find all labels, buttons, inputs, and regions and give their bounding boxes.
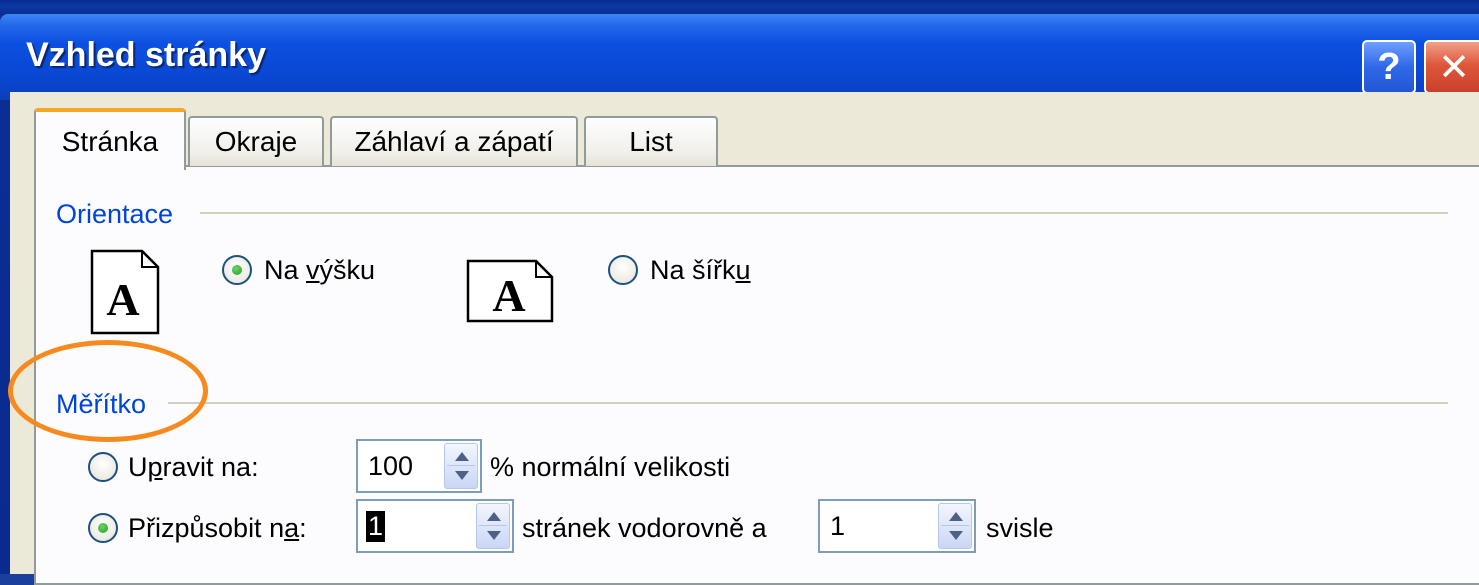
radio-portrait[interactable] bbox=[222, 255, 252, 285]
landscape-page-icon: A bbox=[466, 259, 554, 323]
fit-pages-wide-spinner[interactable]: 1 bbox=[356, 499, 514, 553]
portrait-page-icon: A bbox=[90, 249, 160, 335]
label-adjust-post: ravit na: bbox=[162, 452, 259, 482]
spin-down-icon[interactable] bbox=[949, 531, 963, 540]
label-adjust-accel: p bbox=[147, 452, 163, 482]
label-fit-to: Přizpůsobit na: bbox=[128, 513, 307, 544]
svg-text:A: A bbox=[106, 274, 139, 325]
close-button[interactable]: ✕ bbox=[1424, 40, 1479, 94]
spin-up-icon[interactable] bbox=[455, 452, 469, 461]
label-portrait-post: ýšku bbox=[319, 255, 376, 285]
help-button[interactable]: ? bbox=[1362, 40, 1416, 94]
label-adjust-to: Upravit na: bbox=[128, 452, 259, 483]
title-bar[interactable]: Vzhled stránky ? ✕ bbox=[0, 14, 1479, 100]
label-fit-pre: Přizpůsobit n bbox=[128, 513, 285, 543]
label-portrait-accel: v bbox=[306, 255, 320, 285]
spin-up-icon[interactable] bbox=[949, 512, 963, 521]
svg-text:A: A bbox=[492, 270, 525, 321]
fit-pages-wide-value[interactable]: 1 bbox=[366, 511, 386, 542]
spin-divider bbox=[479, 525, 507, 526]
label-landscape-pre: Na šířk bbox=[650, 255, 736, 285]
spin-divider bbox=[447, 465, 475, 466]
label-percent-normal-size: % normální velikosti bbox=[490, 452, 731, 482]
label-pages-tall: svisle bbox=[986, 513, 1054, 543]
label-portrait-pre: Na bbox=[264, 255, 307, 285]
fit-pages-tall-value[interactable]: 1 bbox=[830, 511, 845, 542]
close-icon: ✕ bbox=[1438, 46, 1470, 89]
adjust-percent-spinner[interactable]: 100 bbox=[356, 439, 482, 493]
fit-pages-tall-arrows[interactable] bbox=[938, 503, 972, 549]
group-label-orientation: Orientace bbox=[56, 199, 174, 229]
label-fit-accel: a bbox=[284, 513, 300, 543]
highlight-circle-annotation bbox=[8, 340, 208, 442]
label-pages-wide: stránek vodorovně a bbox=[522, 513, 767, 543]
group-divider-scale bbox=[168, 402, 1448, 404]
label-portrait: Na výšku bbox=[264, 255, 375, 286]
tab-panel-stranka: Orientace A Na výšku A Na šířku Měřítko … bbox=[34, 165, 1479, 585]
dialog-title: Vzhled stránky bbox=[26, 36, 266, 74]
label-landscape: Na šířku bbox=[650, 255, 751, 286]
fit-pages-tall-spinner[interactable]: 1 bbox=[818, 499, 976, 553]
label-fit-post: : bbox=[299, 513, 307, 543]
radio-fit-to[interactable] bbox=[88, 513, 118, 543]
spin-divider bbox=[941, 525, 969, 526]
tab-list[interactable]: List bbox=[584, 116, 718, 166]
adjust-percent-arrows[interactable] bbox=[444, 443, 478, 489]
tab-zahlavi-a-zapati[interactable]: Záhlaví a zápatí bbox=[330, 116, 578, 166]
spin-down-icon[interactable] bbox=[487, 531, 501, 540]
dialog-window: Vzhled stránky ? ✕ Orientace A Na výšku … bbox=[0, 0, 1479, 585]
radio-landscape[interactable] bbox=[608, 255, 638, 285]
tab-okraje[interactable]: Okraje bbox=[188, 116, 324, 166]
label-landscape-accel: u bbox=[735, 255, 751, 285]
spin-down-icon[interactable] bbox=[455, 471, 469, 480]
tab-stranka[interactable]: Stránka bbox=[34, 108, 186, 170]
adjust-percent-value[interactable]: 100 bbox=[368, 451, 413, 482]
help-icon: ? bbox=[1377, 45, 1401, 88]
group-divider-orientation bbox=[200, 212, 1448, 214]
fit-pages-wide-arrows[interactable] bbox=[476, 503, 510, 549]
radio-adjust-to[interactable] bbox=[88, 452, 118, 482]
spin-up-icon[interactable] bbox=[487, 512, 501, 521]
label-adjust-pre: U bbox=[128, 452, 148, 482]
